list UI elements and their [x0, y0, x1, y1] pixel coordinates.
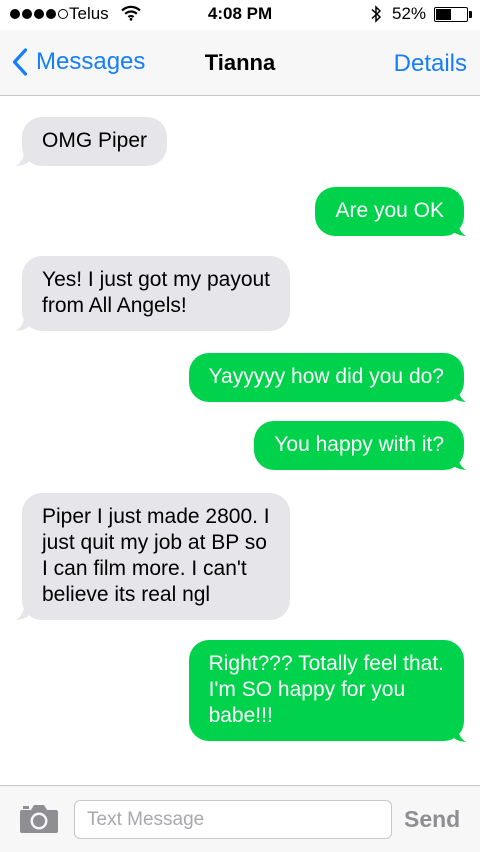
back-button-label: Messages: [36, 48, 146, 75]
message-thread[interactable]: OMG Piper Are you OK Yes! I just got my …: [0, 97, 480, 785]
battery-icon: [434, 7, 468, 22]
back-to-messages-button[interactable]: Messages: [12, 48, 145, 76]
status-bar: Telus 4:08 PM 52%: [0, 0, 480, 30]
outgoing-bubble-tail: [452, 215, 466, 236]
outgoing-bubble-tail: [452, 381, 466, 402]
bluetooth-icon: [370, 4, 382, 29]
message-bubble-outgoing[interactable]: Yayyyyy how did you do?: [188, 353, 464, 402]
camera-icon[interactable]: [19, 802, 59, 839]
details-button[interactable]: Details: [394, 50, 467, 78]
battery-percent: 52%: [392, 4, 427, 23]
outgoing-bubble-tail: [452, 721, 466, 742]
message-bubble-incoming[interactable]: Piper I just made 2800. I just quit my j…: [22, 493, 290, 620]
outgoing-bubble-tail: [452, 449, 466, 470]
message-bubble-outgoing[interactable]: Right??? Totally feel that. I'm SO happy…: [188, 640, 464, 741]
incoming-bubble-tail: [16, 599, 30, 620]
message-bubble-incoming[interactable]: OMG Piper: [22, 117, 168, 166]
incoming-bubble-tail: [16, 145, 30, 166]
message-bubble-outgoing[interactable]: Are you OK: [315, 187, 464, 236]
compose-bar: Send: [0, 785, 480, 852]
text-message-input[interactable]: [74, 800, 392, 839]
chevron-left-icon: [12, 48, 28, 76]
send-button[interactable]: Send: [404, 806, 460, 833]
battery-nub: [469, 11, 472, 18]
navigation-bar: Messages Tianna Details: [0, 30, 480, 96]
incoming-bubble-tail: [16, 310, 30, 331]
message-bubble-outgoing[interactable]: You happy with it?: [254, 421, 464, 470]
message-bubble-incoming[interactable]: Yes! I just got my payout from All Angel…: [22, 256, 291, 331]
